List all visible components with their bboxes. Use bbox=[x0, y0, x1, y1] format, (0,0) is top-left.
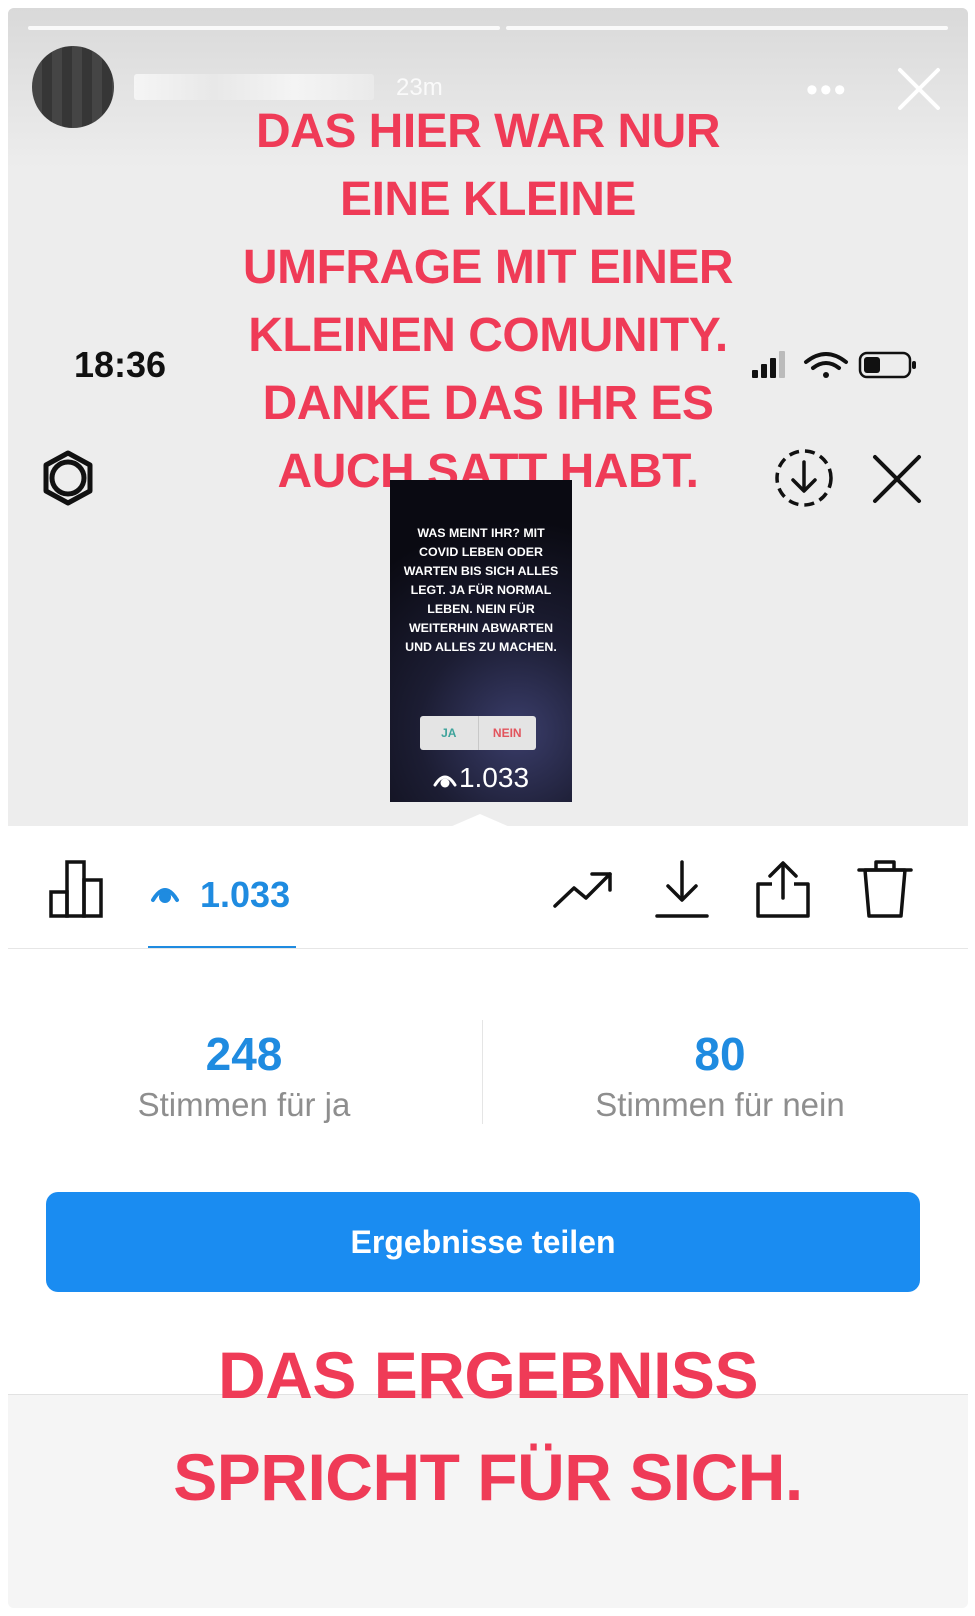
headline-line: DANKE DAS IHR ES bbox=[262, 377, 714, 430]
footer-line: SPRICHT FÜR SICH. bbox=[173, 1440, 803, 1514]
story-thumbnail[interactable]: WAS MEINT IHR? MIT COVID LEBEN ODER WART… bbox=[390, 480, 572, 802]
share-results-button[interactable]: Ergebnisse teilen bbox=[46, 1192, 920, 1292]
viewers-count: 1.033 bbox=[200, 874, 291, 915]
headline-line: UMFRAGE MIT EINER bbox=[242, 241, 734, 294]
eye-icon bbox=[151, 888, 179, 903]
yes-vote-count: 248 bbox=[205, 1028, 283, 1080]
headline-line: DAS HIER WAR NUR bbox=[255, 105, 721, 158]
thumbnail-views-value: 1.033 bbox=[458, 762, 530, 793]
story-footer-text: DAS ERGEBNISS SPRICHT FÜR SICH. bbox=[8, 1324, 968, 1528]
thumbnail-view-count: 1.033 bbox=[390, 762, 572, 794]
no-vote-label: Stimmen für nein bbox=[595, 1086, 845, 1123]
tab-viewers[interactable]: 1.033 bbox=[148, 868, 296, 948]
poll-option-yes: JA bbox=[420, 716, 479, 750]
promote-trend-icon[interactable] bbox=[552, 868, 614, 912]
more-options-icon[interactable]: ••• bbox=[806, 73, 848, 107]
username-blurred[interactable] bbox=[134, 74, 374, 100]
eye-icon bbox=[433, 775, 457, 788]
story-progress-bar-2 bbox=[506, 26, 948, 30]
share-icon[interactable] bbox=[754, 858, 812, 920]
tab-bar-divider bbox=[8, 948, 968, 949]
poll-question: WAS MEINT IHR? MIT COVID LEBEN ODER WART… bbox=[403, 526, 559, 654]
download-icon[interactable] bbox=[654, 858, 710, 920]
poll-option-no: NEIN bbox=[492, 726, 522, 740]
no-vote-count: 80 bbox=[694, 1028, 746, 1080]
footer-line: DAS ERGEBNISS bbox=[218, 1338, 758, 1412]
story-viewer: 23m ••• 18:36 DAS HIER WAR NUR EINE KLEI… bbox=[8, 8, 968, 1608]
poll-sticker: JA NEIN bbox=[420, 716, 536, 750]
headline-line: KLEINEN COMUNITY. bbox=[248, 309, 728, 362]
story-headline-text: DAS HIER WAR NUR EINE KLEINE UMFRAGE MIT… bbox=[8, 98, 968, 506]
result-no: 80 Stimmen für nein bbox=[520, 1026, 920, 1126]
result-yes: 248 Stimmen für ja bbox=[44, 1026, 444, 1126]
delete-trash-icon[interactable] bbox=[856, 858, 914, 920]
sheet-pointer bbox=[450, 814, 510, 827]
story-progress-bar-1 bbox=[28, 26, 500, 30]
results-divider bbox=[482, 1020, 483, 1124]
headline-line: EINE KLEINE bbox=[340, 173, 636, 226]
yes-vote-label: Stimmen für ja bbox=[137, 1086, 351, 1123]
insights-bar-chart-icon[interactable] bbox=[48, 858, 108, 918]
